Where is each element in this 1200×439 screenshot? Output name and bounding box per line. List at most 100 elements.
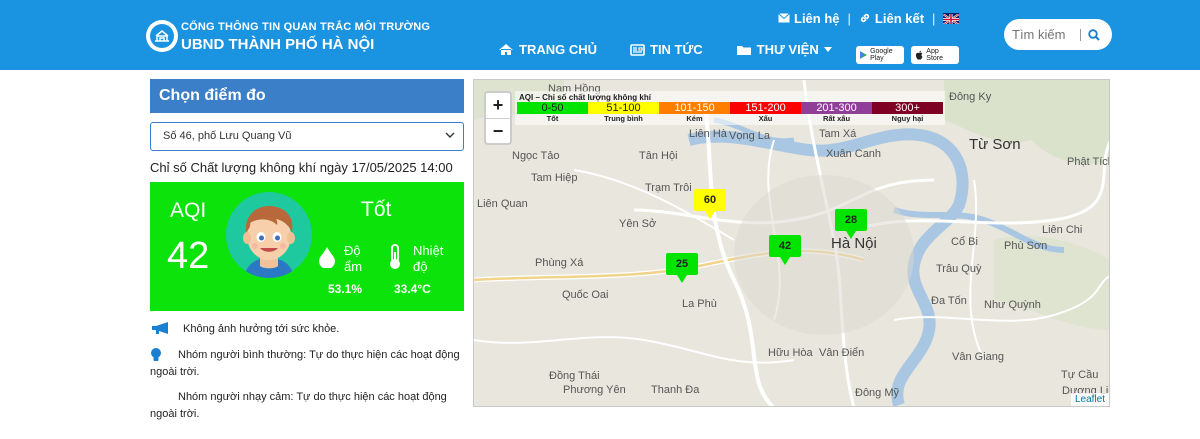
place-label: Ngọc Tảo [512,150,560,162]
place-label: Liên Chi [1042,224,1083,236]
place-label: Phương Yên [563,384,626,396]
google-play-icon [860,51,868,59]
aqi-marker[interactable]: 25 [666,253,698,283]
place-label: Tân Hội [639,150,678,162]
google-play-label: Google Play [870,48,893,62]
place-label: Trạm Trôi [645,182,692,194]
smiling-face-icon [226,192,312,278]
caret-down-icon [823,47,832,52]
site-header: CỔNG THÔNG TIN QUAN TRẮC MÔI TRƯỜNG UBND… [0,0,1200,70]
apple-icon [915,50,923,60]
top-links: Liên hệ | Liên kết | [778,10,960,26]
temple-logo-icon [150,24,174,48]
legend-range: 51-100 [588,102,659,114]
temperature-label-line2: độ [413,259,428,274]
search-input[interactable] [1012,27,1080,42]
contact-label: Liên hệ [794,10,840,26]
panel-title: Chọn điểm đo [150,79,464,113]
advice-sensitive-text: Nhóm người nhạy cảm: Tự do thực hiện các… [150,391,447,420]
thermometer-icon [390,244,400,269]
chain-link-icon [860,13,869,23]
divider: | [932,10,936,26]
humidity-label-line2: ẩm [344,259,363,274]
station-select[interactable]: Số 46, phố Lưu Quang Vũ [150,122,464,151]
legend-label: Xấu [758,114,773,123]
google-play-badge[interactable]: Google Play [856,46,904,64]
marker-value: 25 [675,258,689,270]
megaphone-icon [152,322,168,334]
place-label: La Phù [682,298,717,310]
home-icon [499,44,513,55]
brand-subtitle: CỔNG THÔNG TIN QUAN TRẮC MÔI TRƯỜNG [181,21,431,33]
main-nav: TRANG CHỦ TIN TỨC THƯ VIỆN [498,42,832,57]
aqi-legend: AQI – Chỉ số chất lượng không khí 0-50 51… [515,91,945,125]
folder-icon [736,45,751,55]
aqi-label: AQI [170,199,207,222]
legend-range: 0-50 [517,102,588,114]
aqi-marker[interactable]: 28 [835,209,867,239]
aqi-marker[interactable]: 60 [694,189,726,219]
lightbulb-icon [151,348,161,361]
search-button[interactable] [1081,28,1107,41]
marker-value: 42 [778,240,792,252]
aqi-card: AQI 42 Tốt Độ ẩm 53.1% Nhiệt độ 33.4°C [150,182,464,311]
aqi-map[interactable]: Nam Hồng Đông Ky Liên Hà Vọng La Tam Xá … [473,79,1110,407]
links-link[interactable]: Liên kết [859,11,924,26]
legend-range: 300+ [872,102,943,114]
legend-range: 151-200 [730,102,801,114]
envelope-icon [778,13,790,23]
place-label: Hữu Hòa [768,347,813,359]
station-selected-value: Số 46, phố Lưu Quang Vũ [163,130,292,142]
newspaper-icon [630,43,645,56]
legend-labels: Tốt Trung bình Kém Xấu Rất xấu Nguy hại [517,114,943,123]
place-label: Quốc Oai [562,289,609,301]
place-label: Vân Giang [952,351,1004,363]
aqi-status: Tốt [361,198,392,221]
place-label: Đa Tốn [931,295,967,307]
place-label: Thanh Đa [651,384,700,396]
hanoi-logo[interactable] [146,20,178,52]
aqi-marker[interactable]: 42 [769,235,801,265]
place-label: Phùng Xá [535,257,584,269]
legend-title: AQI – Chỉ số chất lượng không khí [519,93,651,102]
aqi-date-line: Chỉ số Chất lượng không khí ngày 17/05/2… [150,160,453,175]
nav-news-label: TIN TỨC [650,42,703,57]
place-label: Xuân Canh [826,148,882,160]
place-label: Trâu Quỳ [936,263,982,275]
brand-title[interactable]: UBND THÀNH PHỐ HÀ NỘI [181,36,374,53]
place-label: Phật Tích [1067,156,1110,168]
advice-normal-text: Nhóm người bình thường: Tự do thực hiện … [150,349,460,378]
legend-label: Nguy hại [891,114,924,123]
search-icon [1088,28,1100,41]
nav-library[interactable]: THƯ VIỆN [736,42,832,57]
temperature-label: Nhiệt độ [413,243,443,275]
app-store-label: App Store [926,48,944,62]
place-label: Tam Xá [819,128,857,140]
advice-general: Không ảnh hưởng tới sức khỏe. [150,321,339,338]
contact-link[interactable]: Liên hệ [778,11,840,26]
nav-home[interactable]: TRANG CHỦ [498,42,597,57]
legend-scale: 0-50 51-100 101-150 151-200 201-300 300+ [517,102,943,114]
place-label: Như Quỳnh [984,299,1041,311]
legend-label: Tốt [546,114,559,123]
place-label: Đông Ky [949,91,992,103]
uk-flag-icon[interactable] [943,12,960,24]
legend-range: 201-300 [801,102,872,114]
zoom-in-button[interactable]: + [486,93,510,118]
legend-label: Trung bình [604,114,643,123]
app-store-badge[interactable]: App Store [911,46,959,64]
humidity-label-line1: Độ [344,243,361,258]
links-label: Liên kết [874,10,925,26]
nav-news[interactable]: TIN TỨC [630,42,703,57]
place-label: Vọng La [729,130,770,142]
water-drop-icon [319,247,335,268]
nav-home-label: TRANG CHỦ [519,42,597,57]
advice-general-text: Không ảnh hưởng tới sức khỏe. [183,323,340,335]
humidity-label: Độ ẩm [344,243,362,275]
leaflet-attribution[interactable]: Leaflet [1070,393,1109,406]
place-label: Liên Hà [689,128,727,140]
zoom-out-button[interactable]: − [486,118,510,143]
legend-range: 101-150 [659,102,730,114]
place-label: Tam Hiệp [531,172,578,184]
zoom-control: + − [484,91,512,145]
